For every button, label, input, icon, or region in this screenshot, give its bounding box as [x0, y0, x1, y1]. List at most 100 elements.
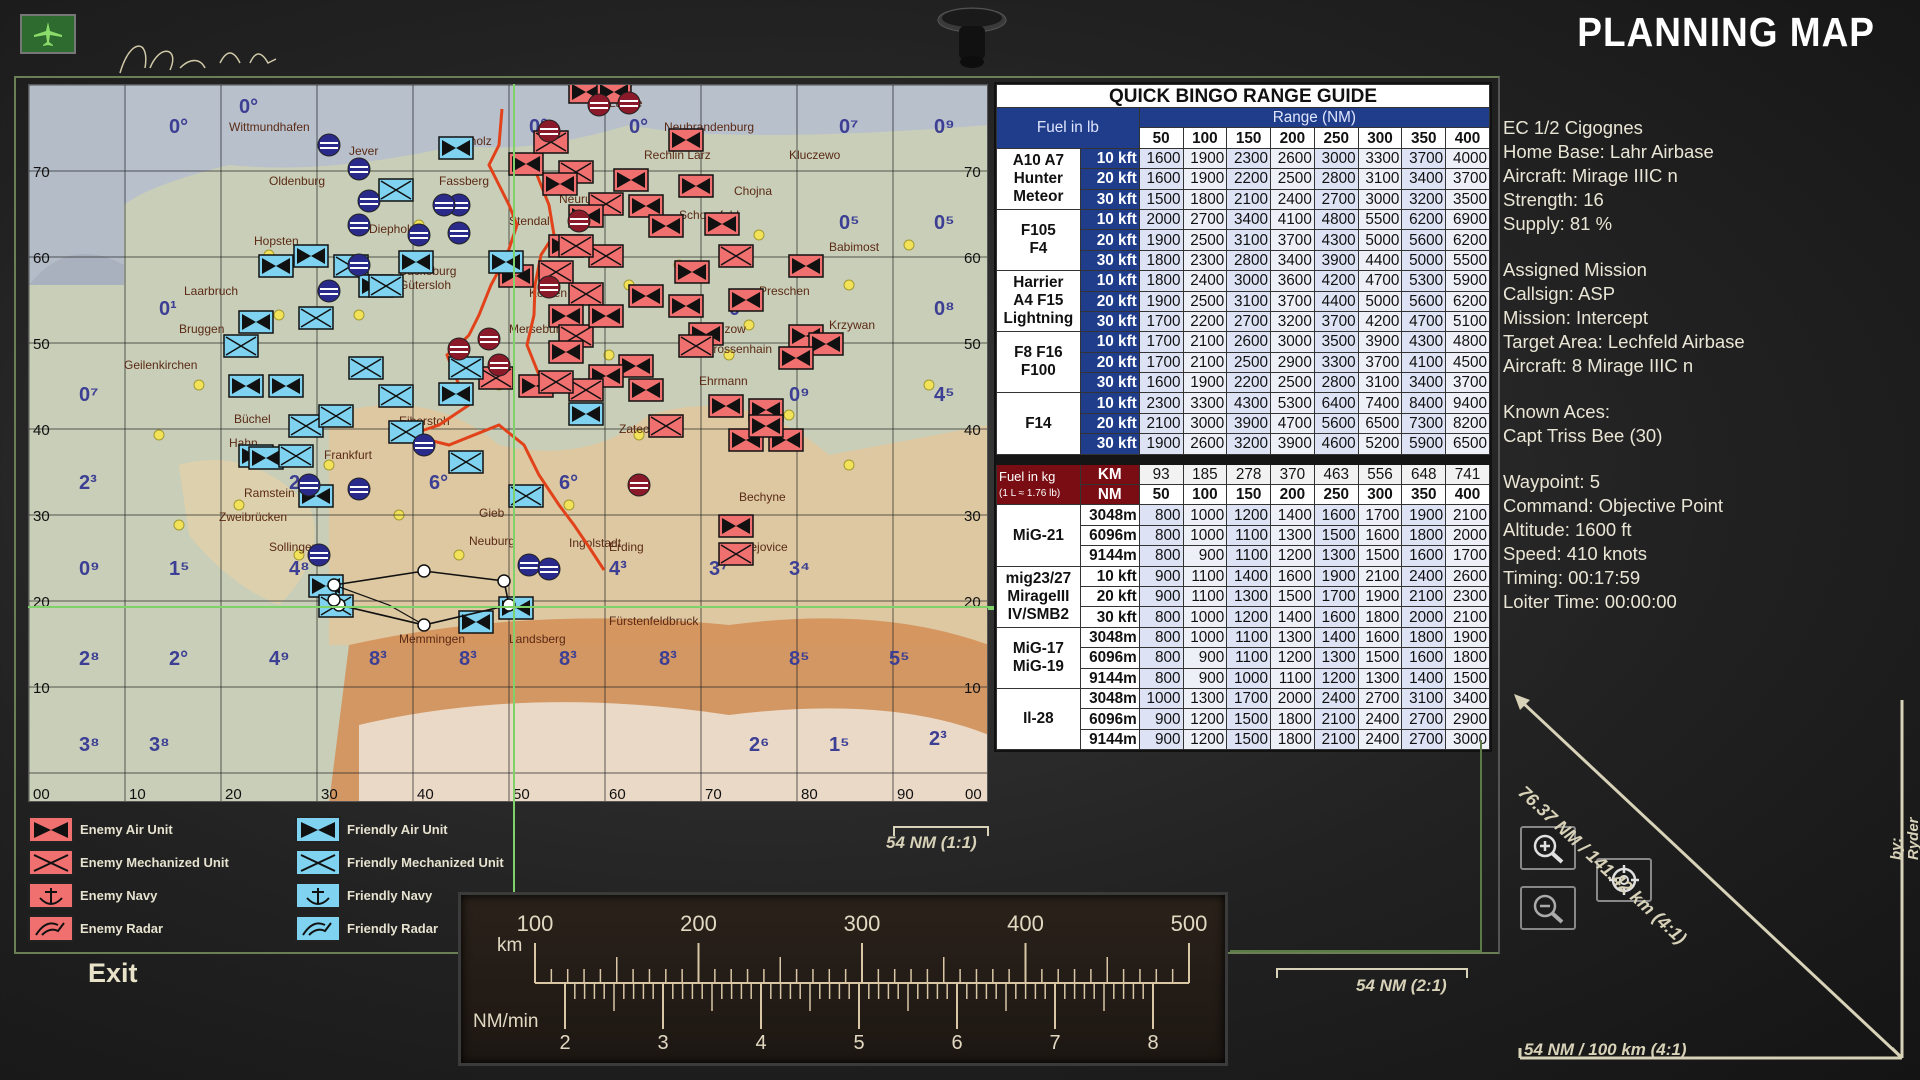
waypoint-command: Command: Objective Point — [1503, 495, 1724, 516]
grid-number: 0⁵ — [934, 212, 955, 234]
enemy-mech-unit-marker[interactable] — [678, 334, 714, 358]
credit-label: by: Ryder Sept (fr) — [1888, 817, 1920, 860]
grid-number: 0° — [239, 96, 258, 118]
enemy-air-unit-marker[interactable] — [788, 254, 824, 278]
enemy-air-unit-marker[interactable] — [708, 394, 744, 418]
enemy-mech-unit-marker[interactable] — [538, 370, 574, 394]
fuel-cell: 3400 — [1445, 687, 1490, 710]
enemy-air-unit-marker[interactable] — [678, 174, 714, 198]
range-ruler[interactable]: 100 200 300 400 500 km 2 3 4 5 6 7 8 NM/min — [458, 892, 1228, 1066]
enemy-air-unit-marker[interactable] — [674, 260, 710, 284]
friendly-mech-unit-marker[interactable] — [223, 334, 259, 358]
enemy-air-unit-marker[interactable] — [704, 212, 740, 236]
friendly-mech-unit-marker[interactable] — [448, 356, 484, 380]
friendly-air-unit-marker[interactable] — [268, 374, 304, 398]
exit-button[interactable]: Exit — [88, 958, 138, 989]
friendly-air-unit-marker[interactable] — [488, 250, 524, 274]
enemy-air-unit-marker[interactable] — [542, 172, 578, 196]
friendly-mech-unit-marker[interactable] — [278, 444, 314, 468]
friendly-air-unit-marker[interactable] — [293, 244, 329, 268]
friendly-mech-unit-marker[interactable] — [378, 178, 414, 202]
enemy-mech-unit-marker[interactable] — [718, 542, 754, 566]
friendly-air-unit-marker[interactable] — [568, 402, 604, 426]
enemy-air-unit-marker[interactable] — [628, 194, 664, 218]
friendly-air-unit-marker[interactable] — [228, 374, 264, 398]
enemy-air-unit-marker[interactable] — [778, 346, 814, 370]
unit-strength: Strength: 16 — [1503, 189, 1604, 210]
grid-number: 2⁶ — [749, 734, 769, 756]
enemy-air-unit-marker[interactable] — [618, 354, 654, 378]
fuel-cell: 4500 — [1445, 351, 1490, 374]
fuel-cell: 1000 — [1182, 524, 1228, 547]
enemy-air-unit-marker[interactable] — [668, 294, 704, 318]
fuel-cell: 900 — [1138, 565, 1184, 587]
range-nm-cell: 100 — [1182, 127, 1228, 149]
altitude-cell: 10 kft — [1079, 147, 1140, 170]
friendly-mech-unit-marker[interactable] — [378, 384, 414, 408]
fuel-cell: 1100 — [1270, 667, 1315, 689]
fuel-cell: 3000 — [1182, 412, 1228, 435]
friendly-mech-unit-marker[interactable] — [288, 414, 324, 438]
friendly-air-unit-marker[interactable] — [258, 254, 294, 278]
aircraft-group-label: F105 F4 — [996, 208, 1081, 272]
altitude-cell: 9144m — [1079, 667, 1140, 689]
tactical-map[interactable]: 70 60 50 40 30 20 10 70 60 50 40 30 20 10 00 10 20 30 40 50… — [28, 84, 988, 802]
city-dot — [563, 499, 575, 511]
friendly-air-unit-marker[interactable] — [248, 446, 284, 470]
friendly-mech-unit-marker[interactable] — [318, 404, 354, 428]
enemy-air-unit-marker[interactable] — [648, 214, 684, 238]
fuel-cell: 2200 — [1182, 310, 1228, 333]
friendly-air-unit-marker[interactable] — [398, 250, 434, 274]
friendly-mech-unit-marker[interactable] — [298, 306, 334, 330]
enemy-air-unit-marker[interactable] — [628, 378, 664, 402]
grid-row-label: 10 — [33, 680, 50, 697]
fuel-cell: 5900 — [1401, 433, 1447, 455]
friendly-air-unit-marker[interactable] — [438, 136, 474, 160]
enemy-mech-unit-marker[interactable] — [648, 414, 684, 438]
range-km-cell: 741 — [1445, 463, 1490, 486]
enemy-air-unit-marker[interactable] — [548, 340, 584, 364]
grid-row-label: 30 — [964, 508, 981, 525]
city-dot — [923, 379, 935, 391]
fuel-cell: 1600 — [1138, 168, 1184, 190]
friendly-mech-unit-marker[interactable] — [368, 274, 404, 298]
ruler-km-label: km — [497, 935, 522, 956]
grid-number: 4³ — [609, 558, 627, 580]
grid-col-label: 00 — [33, 786, 50, 802]
fuel-cell: 1200 — [1270, 545, 1315, 567]
fuel-cell: 2700 — [1182, 208, 1228, 231]
enemy-mech-unit-marker[interactable] — [718, 244, 754, 268]
enemy-mech-unit-marker[interactable] — [588, 244, 624, 268]
enemy-air-unit-marker[interactable] — [588, 304, 624, 328]
enemy-air-unit-marker[interactable] — [748, 414, 784, 438]
enemy-mech-unit-marker[interactable] — [568, 378, 604, 402]
radar-site-marker — [587, 93, 611, 117]
enemy-air-unit-marker[interactable] — [668, 128, 704, 152]
enemy-air-unit-marker[interactable] — [718, 514, 754, 538]
friendly-air-unit-marker[interactable] — [458, 610, 494, 634]
mission-type: Mission: Intercept — [1503, 307, 1648, 328]
fuel-cell: 1600 — [1401, 647, 1447, 669]
fuel-cell: 1900 — [1401, 504, 1447, 526]
enemy-air-unit-marker[interactable] — [728, 288, 764, 312]
fuel-cell: 4800 — [1313, 208, 1359, 231]
fuel-cell: 1300 — [1182, 687, 1228, 710]
waypoint-timing: Timing: 00:17:59 — [1503, 567, 1641, 588]
city-label: Ehrmann — [699, 374, 748, 388]
altitude-cell: 20 kft — [1079, 290, 1140, 312]
friendly-air-unit-marker[interactable] — [238, 310, 274, 334]
enemy-air-unit-marker[interactable] — [613, 168, 649, 192]
friendly-air-unit-marker[interactable] — [438, 382, 474, 406]
friendly-mech-unit-marker[interactable] — [448, 450, 484, 474]
altitude-cell: 10 kft — [1079, 392, 1140, 414]
aircraft-button[interactable] — [20, 14, 76, 54]
enemy-air-unit-marker[interactable] — [548, 304, 584, 328]
enemy-mech-unit-marker[interactable] — [558, 234, 594, 258]
enemy-air-unit-marker[interactable] — [808, 332, 844, 356]
grid-row-label: 50 — [33, 336, 50, 353]
friendly-mech-unit-marker[interactable] — [348, 356, 384, 380]
ruler-km-mark: 300 — [844, 911, 881, 936]
enemy-air-unit-marker[interactable] — [628, 284, 664, 308]
fuel-cell: 3300 — [1313, 351, 1359, 374]
enemy-mech-unit-marker[interactable] — [568, 282, 604, 306]
